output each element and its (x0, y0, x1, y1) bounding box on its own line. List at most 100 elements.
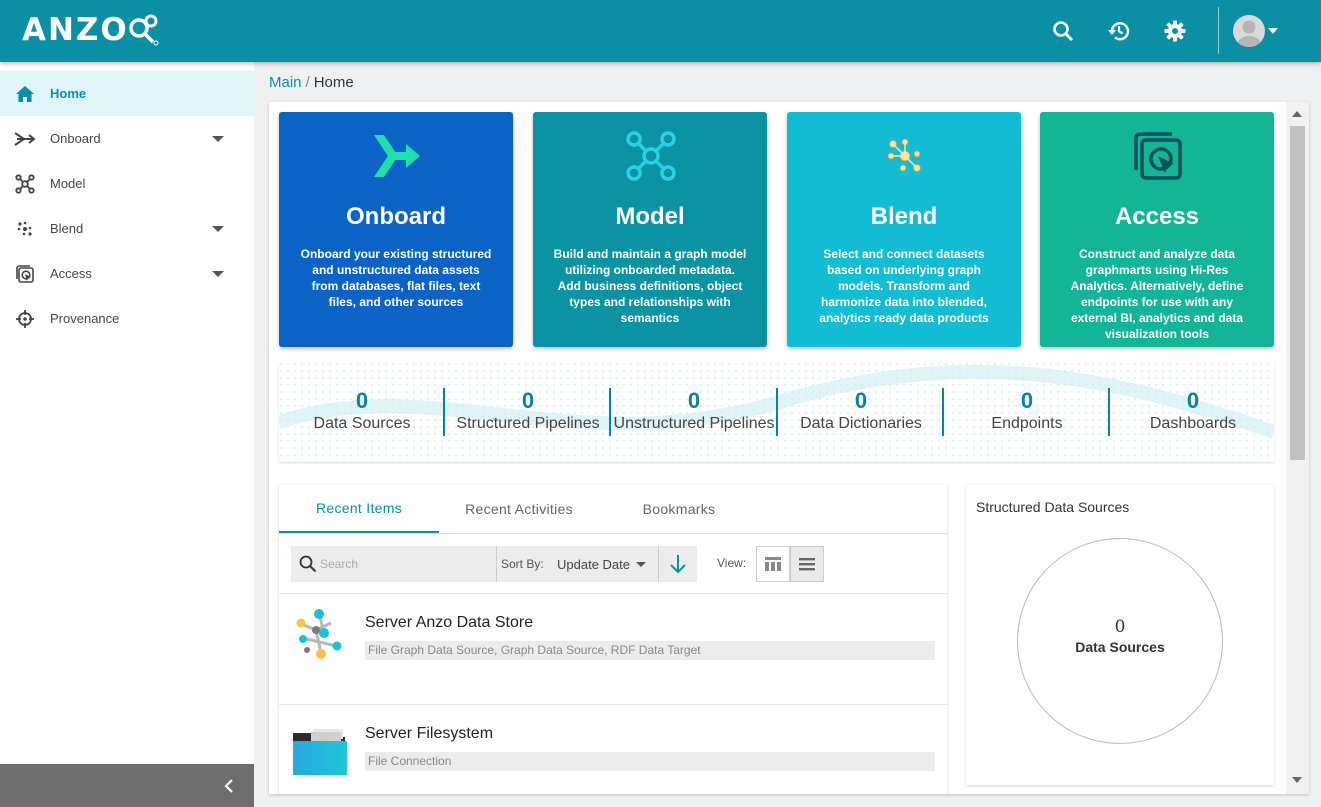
sidebar-item-home[interactable]: Home (0, 71, 254, 116)
access-icon (14, 263, 36, 285)
provenance-icon (14, 308, 36, 330)
sidebar-item-label: Provenance (50, 311, 120, 326)
stat-label: Structured Pipelines (456, 415, 600, 432)
top-bar: ANZO (0, 0, 1321, 62)
sidebar-item-model[interactable]: Model (0, 161, 254, 206)
caret-down-icon (636, 562, 646, 567)
list-view-button[interactable] (790, 546, 824, 582)
stat-dashboards[interactable]: 0 Dashboards (1110, 388, 1274, 434)
list-view-icon (799, 558, 815, 571)
search-icon (299, 555, 317, 573)
search-input[interactable] (320, 554, 490, 574)
blend-icon (879, 130, 931, 182)
list-item[interactable]: Server Anzo Data Store File Graph Data S… (279, 594, 947, 704)
sidebar: Home Onboard Model Blend Access Provenan… (0, 62, 254, 807)
table-view-icon (765, 557, 781, 571)
grid-view-button[interactable] (756, 546, 790, 582)
item-tags: File Connection (365, 752, 935, 771)
scroll-thumb[interactable] (1290, 126, 1305, 460)
stat-data-dictionaries[interactable]: 0 Data Dictionaries (778, 388, 944, 434)
sort-label: Sort By: (501, 557, 544, 571)
breadcrumb: Main / Home (269, 74, 354, 91)
card-description: Build and maintain a graph model utilizi… (553, 247, 747, 325)
search-box[interactable] (291, 546, 496, 582)
recent-section: Recent Items Recent Activities Bookmarks… (279, 485, 947, 794)
model-card[interactable]: Model Build and maintain a graph model u… (533, 112, 767, 347)
user-avatar[interactable] (1233, 15, 1265, 47)
item-title[interactable]: Server Anzo Data Store (365, 614, 533, 632)
structured-data-sources-card: Structured Data Sources 0 Data Sources (966, 485, 1274, 785)
stat-label: Dashboards (1149, 415, 1237, 432)
stat-value: 0 (355, 388, 369, 413)
item-tags: File Graph Data Source, Graph Data Sourc… (365, 641, 935, 660)
tab-recent-items[interactable]: Recent Items (279, 485, 439, 533)
card-title: Blend (870, 203, 938, 230)
card-description: Onboard your existing structured and uns… (300, 247, 492, 309)
stat-value: 0 (1186, 388, 1200, 413)
list-item[interactable]: Server Filesystem File Connection (279, 705, 947, 794)
sort-dropdown[interactable]: Sort By: Update Date (496, 546, 658, 582)
tab-recent-activities[interactable]: Recent Activities (439, 485, 599, 533)
sidebar-item-provenance[interactable]: Provenance (0, 296, 254, 341)
onboard-icon (371, 130, 423, 182)
card-title: Access (1114, 203, 1200, 230)
sidebar-item-label: Access (50, 266, 92, 281)
main-panel: Onboard Onboard your existing structured… (269, 102, 1309, 794)
history-icon[interactable] (1105, 17, 1133, 45)
blend-icon (14, 218, 36, 240)
scroll-down-arrow-icon[interactable] (1292, 777, 1302, 783)
stat-label: Data Dictionaries (800, 415, 922, 432)
access-card[interactable]: Access Construct and analyze data graphm… (1040, 112, 1274, 347)
chevron-down-icon[interactable] (1266, 17, 1280, 45)
breadcrumb-main-link[interactable]: Main (269, 74, 302, 91)
settings-icon[interactable] (1161, 17, 1189, 45)
header-divider (1218, 7, 1219, 54)
sds-title: Structured Data Sources (976, 499, 1130, 515)
sort-direction-button[interactable] (658, 546, 697, 582)
stat-unstructured-pipelines[interactable]: 0 Unstructured Pipelines (611, 388, 777, 434)
onboard-card[interactable]: Onboard Onboard your existing structured… (279, 112, 513, 347)
caret-down-icon[interactable] (212, 225, 224, 232)
sidebar-item-label: Home (50, 86, 87, 101)
stat-value: 0 (1020, 388, 1034, 413)
logo-text: ANZO (22, 12, 129, 48)
card-title: Model (615, 203, 685, 230)
logo-mark-icon (129, 14, 159, 46)
sidebar-item-label: Onboard (50, 131, 101, 146)
stat-value: 0 (687, 388, 701, 413)
anzo-logo[interactable]: ANZO (22, 12, 159, 48)
item-title[interactable]: Server Filesystem (365, 725, 493, 743)
search-icon[interactable] (1049, 17, 1077, 45)
tab-bookmarks[interactable]: Bookmarks (599, 485, 759, 533)
tabs-divider (279, 533, 947, 534)
vertical-scrollbar[interactable] (1286, 102, 1309, 794)
breadcrumb-current: Home (313, 74, 354, 91)
card-description: Select and connect datasets based on und… (819, 247, 989, 325)
card-description: Construct and analyze data graphmarts us… (1070, 247, 1244, 341)
sds-donut-chart[interactable]: 0 Data Sources (1017, 538, 1223, 744)
arrow-down-icon (670, 555, 686, 574)
sds-label: Data Sources (1075, 639, 1165, 655)
sidebar-item-label: Blend (50, 221, 84, 236)
stats-strip: 0 Data Sources 0 Structured Pipelines 0 … (279, 362, 1274, 462)
breadcrumb-separator: / (305, 74, 310, 91)
sidebar-item-access[interactable]: Access (0, 251, 254, 296)
onboard-icon (14, 128, 36, 150)
chevron-left-icon[interactable] (224, 779, 234, 793)
blend-card[interactable]: Blend Select and connect datasets based … (787, 112, 1021, 347)
sidebar-collapse-bar[interactable] (0, 764, 254, 807)
sidebar-item-label: Model (50, 176, 86, 191)
caret-down-icon[interactable] (212, 135, 224, 142)
scroll-up-arrow-icon[interactable] (1292, 111, 1302, 117)
stat-endpoints[interactable]: 0 Endpoints (944, 388, 1110, 434)
sidebar-item-onboard[interactable]: Onboard (0, 116, 254, 161)
stat-structured-pipelines[interactable]: 0 Structured Pipelines (445, 388, 611, 434)
model-icon (14, 173, 36, 195)
home-icon (14, 83, 36, 105)
stat-label: Data Sources (313, 415, 411, 432)
sidebar-item-blend[interactable]: Blend (0, 206, 254, 251)
model-icon (625, 130, 677, 182)
stat-data-sources[interactable]: 0 Data Sources (279, 388, 445, 434)
view-label: View: (717, 556, 747, 570)
caret-down-icon[interactable] (212, 270, 224, 277)
